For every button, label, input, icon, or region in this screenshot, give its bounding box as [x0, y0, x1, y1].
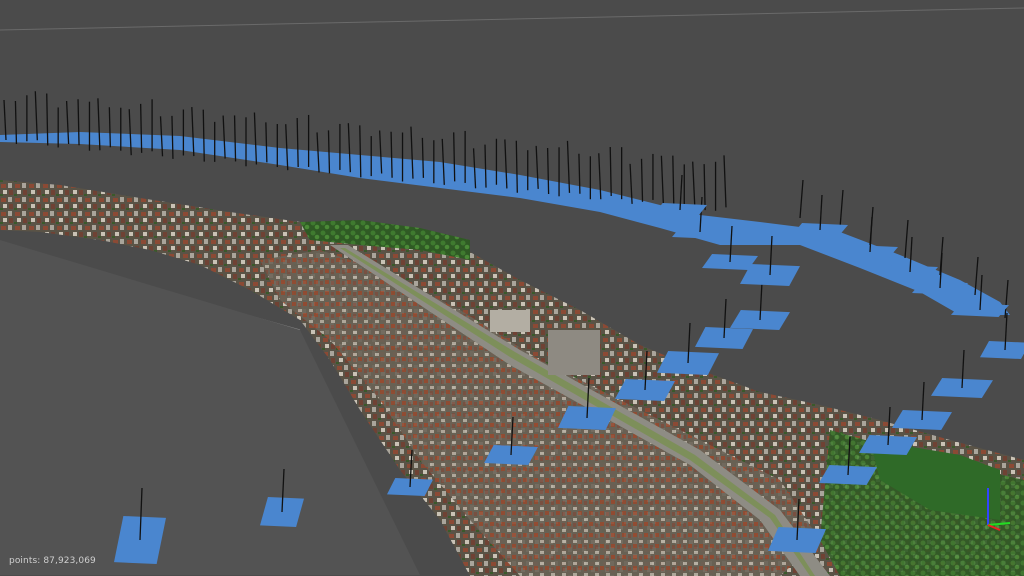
building: [490, 310, 530, 332]
point-cloud-scene[interactable]: [0, 0, 1024, 576]
camera-stem: [640, 158, 644, 202]
points-count: 87,923,069: [43, 556, 96, 566]
building: [548, 330, 600, 375]
camera-stem: [3, 99, 7, 141]
camera-stem: [723, 155, 727, 208]
camera-stem: [660, 155, 665, 205]
camera-stem: [692, 161, 696, 205]
camera-stem: [839, 189, 844, 229]
camera-stem: [672, 155, 675, 208]
grid-line: [0, 7, 1024, 31]
camera-stem: [202, 109, 205, 162]
camera-stem: [609, 147, 612, 197]
3d-viewport[interactable]: points: 87,923,069: [0, 0, 1024, 576]
camera-stem: [799, 179, 804, 219]
points-status: points: 87,923,069: [9, 556, 96, 566]
camera-stem: [34, 91, 38, 141]
camera-stem: [904, 219, 909, 259]
camera-frame: [980, 341, 1024, 359]
points-label: points:: [9, 556, 41, 566]
camera-stem: [128, 109, 132, 156]
camera-stem: [171, 115, 174, 159]
camera-stem: [703, 164, 706, 211]
